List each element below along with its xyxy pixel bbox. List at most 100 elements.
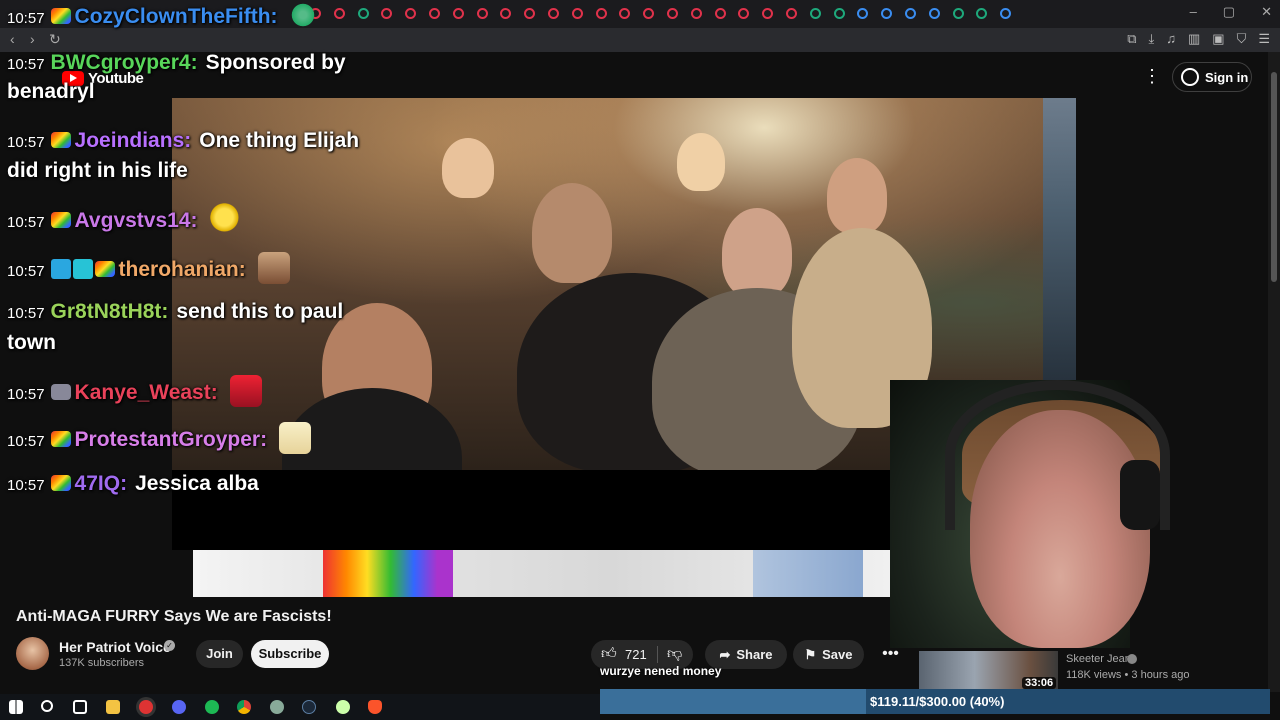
related-video-duration: 33:06 — [1022, 677, 1057, 689]
save-label: Save — [822, 647, 853, 662]
thumbs-down-icon[interactable]: 👎︎ — [667, 645, 682, 663]
hammer-badge-icon — [50, 259, 71, 279]
discord-icon[interactable] — [172, 700, 186, 714]
task-view-icon[interactable] — [73, 700, 87, 714]
video-figure — [827, 158, 887, 234]
more-options-icon[interactable]: ⋮ — [1143, 66, 1161, 87]
chat-username: therohanian: — [118, 258, 246, 281]
chat-message: 10:57 therohanian: — [7, 252, 290, 288]
donation-progress-fill — [600, 689, 866, 714]
channel-avatar[interactable] — [16, 637, 49, 670]
chat-message: 10:57 Joeindians: One thing Elijah — [7, 124, 359, 159]
related-video-thumb-partial[interactable] — [1043, 98, 1076, 380]
tab-favicon[interactable] — [952, 8, 964, 19]
thumbs-up-icon[interactable]: 👍︎ — [601, 645, 617, 663]
more-actions-button[interactable]: ••• — [874, 640, 907, 669]
chat-time: 10:57 — [7, 433, 45, 450]
menu-icon[interactable]: ☰ — [1258, 31, 1270, 47]
tts-overlay-text: wurzye nened money — [600, 664, 722, 678]
join-button[interactable]: Join — [196, 640, 243, 668]
rainbow-flag — [323, 550, 453, 597]
save-button[interactable]: ⚑ Save — [793, 640, 864, 669]
like-divider — [657, 646, 658, 663]
file-explorer-icon[interactable] — [106, 700, 120, 714]
chat-badge-icon — [94, 261, 115, 277]
chat-text-continued: did right in his life — [7, 159, 188, 182]
chat-time: 10:57 — [7, 263, 45, 280]
tab-favicon[interactable] — [905, 8, 916, 19]
chat-message: 10:57 CozyClownTheFifth: — [7, 0, 316, 35]
maximize-button[interactable]: ▢ — [1223, 4, 1235, 20]
chat-text: Jessica alba — [135, 472, 259, 495]
app-icon[interactable] — [270, 700, 284, 714]
tab-favicon[interactable] — [548, 8, 559, 19]
chat-badge-icon — [50, 132, 71, 148]
channel-name[interactable]: Her Patriot Voice — [59, 639, 171, 655]
emote-icon — [229, 375, 262, 407]
tab-favicon[interactable] — [571, 8, 583, 19]
preview-figure — [753, 550, 863, 597]
chat-username: ProtestantGroyper: — [74, 428, 268, 451]
window-controls[interactable]: – ▢ ✕ — [1190, 4, 1272, 20]
tab-favicon[interactable] — [786, 8, 797, 19]
chat-username: Gr8tN8tH8t: — [50, 300, 169, 323]
share-label: Share — [736, 647, 773, 662]
chat-message: 10:57 47IQ: Jessica alba — [7, 467, 259, 502]
chat-message: 10:57 Gr8tN8tH8t: send this to paul — [7, 295, 343, 330]
chat-message: 10:57 BWCgroyper4: Sponsored by — [7, 46, 346, 81]
tab-favicon[interactable] — [595, 8, 607, 19]
chat-time: 10:57 — [7, 134, 45, 151]
share-icon: ➦ — [719, 646, 731, 662]
tab-favicon[interactable] — [690, 8, 702, 19]
related-video-meta: 118K views • 3 hours ago — [1066, 669, 1190, 681]
download-icon[interactable]: ⤓ — [1148, 31, 1154, 47]
sidebar-icon[interactable]: ▥ — [1188, 31, 1200, 47]
video-figure — [722, 208, 792, 298]
sign-in-button[interactable]: Sign in — [1172, 62, 1252, 92]
app-icon[interactable] — [336, 700, 350, 714]
stream-chat-overlay: 10:57 CozyClownTheFifth: 10:57 BWCgroyper4… — [0, 0, 520, 510]
spotify-icon[interactable] — [205, 700, 219, 714]
tab-favicon[interactable] — [928, 8, 940, 19]
extension-icons: ⧉ ⤓ ♫ ▥ ▣ ⛉ ☰ — [1127, 31, 1270, 47]
puzzle-icon[interactable]: ⧉ — [1127, 31, 1136, 47]
chat-badge-icon — [50, 475, 71, 491]
chat-text: send this to paul — [176, 300, 344, 323]
steam-icon[interactable] — [302, 700, 316, 714]
verified-icon: ✓ — [164, 640, 175, 651]
chat-username: BWCgroyper4: — [50, 51, 198, 74]
tab-favicon[interactable] — [667, 8, 678, 19]
brave-icon[interactable] — [368, 700, 382, 714]
emote-icon — [279, 422, 312, 454]
chat-time: 10:57 — [7, 477, 45, 494]
tab-favicon[interactable] — [833, 8, 845, 19]
shield-icon[interactable]: ⛉ — [1237, 31, 1247, 47]
chat-text: Sponsored by — [205, 51, 346, 74]
tab-favicon[interactable] — [809, 8, 821, 19]
tab-favicon[interactable] — [714, 8, 726, 19]
chat-username: Joeindians: — [74, 129, 192, 152]
close-button[interactable]: ✕ — [1261, 4, 1272, 20]
page-scrollbar[interactable] — [1268, 52, 1280, 692]
chat-time: 10:57 — [7, 214, 45, 231]
scrollbar-thumb[interactable] — [1271, 72, 1277, 282]
headset-earcup — [1120, 460, 1160, 530]
chat-badge-icon — [50, 8, 71, 24]
chat-badge-icon — [50, 212, 71, 228]
start-icon[interactable] — [9, 700, 23, 714]
emote-icon — [257, 252, 290, 284]
media-icon[interactable]: ♫ — [1166, 31, 1176, 47]
wallet-icon[interactable]: ▣ — [1212, 31, 1224, 47]
video-figure — [532, 183, 612, 283]
search-icon[interactable] — [41, 700, 53, 712]
video-title: Anti-MAGA FURRY Says We are Fascists! — [16, 608, 332, 625]
verified-icon — [1127, 654, 1137, 664]
app-icon[interactable] — [139, 700, 153, 714]
subscribe-button[interactable]: Subscribe — [251, 640, 329, 668]
related-video-channel[interactable]: Skeeter Jean — [1066, 653, 1131, 665]
chat-badge-icon — [50, 431, 71, 447]
sign-in-label: Sign in — [1205, 69, 1249, 85]
minimize-button[interactable]: – — [1190, 4, 1197, 20]
chrome-icon[interactable] — [237, 700, 251, 714]
chat-text-continued: benadryl — [7, 80, 95, 103]
